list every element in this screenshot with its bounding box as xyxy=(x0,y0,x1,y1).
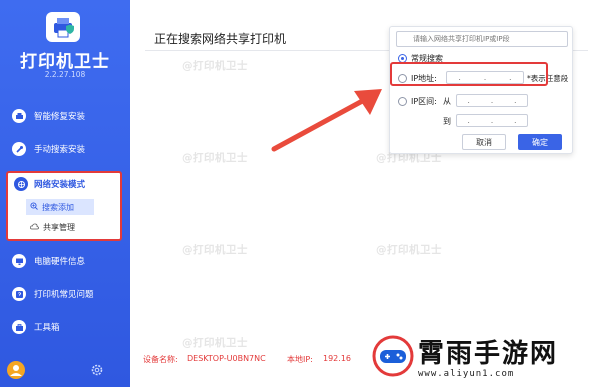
ip-search-popup: 常规搜索 IP地址: ... *表示任意段 IP区间: 从 ... 到 ... … xyxy=(389,26,573,154)
nav-smart-repair[interactable]: 智能修复安装 xyxy=(12,107,122,125)
watermark: @打印机卫士 xyxy=(182,152,248,164)
range-from-label: 从 xyxy=(443,97,451,106)
avatar-icon xyxy=(7,361,25,379)
nav-label: 打印机常见问题 xyxy=(34,290,94,300)
printer-shield-icon xyxy=(54,18,74,38)
subnav-share-manage[interactable]: 共享管理 xyxy=(26,219,94,235)
wrench-icon xyxy=(12,142,26,156)
nav-label: 工具箱 xyxy=(34,323,60,333)
app-logo xyxy=(46,12,80,42)
nav-toolbox[interactable]: 工具箱 xyxy=(12,318,122,336)
sidebar: 打印机卫士 2.2.27.108 智能修复安装 手动搜索安装 网络安装模式 搜索… xyxy=(0,0,130,387)
brand-url: www.aliyun1.com xyxy=(418,369,515,379)
sidebar-footer xyxy=(0,360,130,384)
range-to-label: 到 xyxy=(443,117,451,126)
device-name-value: DESKTOP-U0BN7NC xyxy=(187,354,266,363)
nav-network-install-group: 网络安装模式 搜索添加 共享管理 xyxy=(6,171,122,241)
nav-printer-faq[interactable]: 打印机常见问题 xyxy=(12,285,122,303)
network-icon xyxy=(14,177,28,191)
toolbox-icon xyxy=(12,320,26,334)
cancel-button[interactable]: 取消 xyxy=(462,134,506,150)
site-brand-logo: 霄雨手游网 www.aliyun1.com xyxy=(360,329,596,385)
watermark: @打印机卫士 xyxy=(182,244,248,256)
local-ip-label: 本地IP: xyxy=(287,355,313,364)
printer-icon xyxy=(12,109,26,123)
search-plus-icon xyxy=(30,202,38,212)
nav-hardware-info[interactable]: 电脑硬件信息 xyxy=(12,252,122,270)
local-ip-value: 192.16 xyxy=(323,354,351,363)
watermark: @打印机卫士 xyxy=(182,337,248,349)
subnav-label: 搜索添加 xyxy=(42,202,74,212)
ip-address-highlight xyxy=(390,62,548,86)
subnav-search-add[interactable]: 搜索添加 xyxy=(26,199,94,215)
nav-manual-search[interactable]: 手动搜索安装 xyxy=(12,140,122,158)
radio-label: IP区间: xyxy=(411,97,437,106)
nav-label: 电脑硬件信息 xyxy=(34,257,86,267)
arrow-annotation xyxy=(271,89,382,152)
computer-icon xyxy=(12,254,26,268)
app-title: 打印机卫士 xyxy=(20,52,110,72)
ip-range-end-field[interactable]: ... xyxy=(456,114,528,127)
radio-ip-range[interactable]: IP区间: xyxy=(398,96,437,107)
radio-button[interactable] xyxy=(398,97,407,106)
brand-name: 霄雨手游网 xyxy=(418,339,559,369)
page-title: 正在搜索网络共享打印机 xyxy=(154,32,287,46)
subnav-label: 共享管理 xyxy=(43,222,75,232)
gamepad-logo-icon xyxy=(372,335,414,377)
confirm-button[interactable]: 确定 xyxy=(518,134,562,150)
nav-network-install[interactable]: 网络安装模式 xyxy=(14,177,85,191)
cloud-icon xyxy=(30,223,39,232)
nav-label: 智能修复安装 xyxy=(34,112,86,122)
device-name-label: 设备名称: xyxy=(143,355,178,364)
ip-search-input[interactable] xyxy=(396,31,568,47)
nav-label: 手动搜索安装 xyxy=(34,145,86,155)
help-icon xyxy=(12,287,26,301)
app-version: 2.2.27.108 xyxy=(44,70,86,79)
watermark: @打印机卫士 xyxy=(182,60,248,72)
ip-range-start-field[interactable]: ... xyxy=(456,94,528,107)
nav-label: 网络安装模式 xyxy=(34,180,86,190)
gear-icon xyxy=(91,364,103,376)
watermark: @打印机卫士 xyxy=(376,244,442,256)
